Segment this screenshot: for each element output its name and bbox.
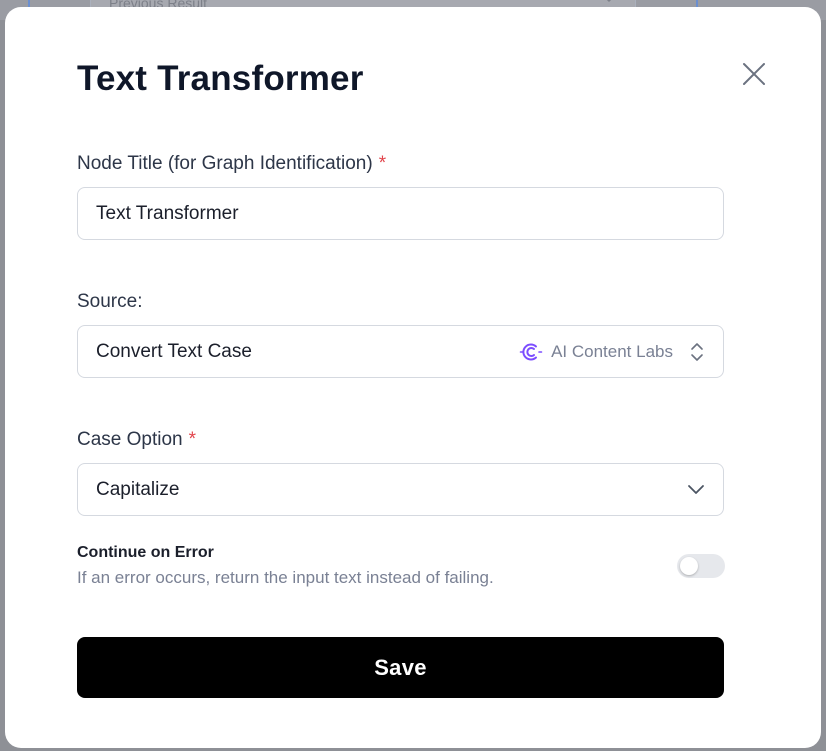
required-mark: * — [188, 429, 197, 450]
case-option-select[interactable]: Capitalize — [77, 463, 724, 516]
case-option-value: Capitalize — [96, 478, 180, 500]
node-title-field[interactable] — [77, 187, 724, 240]
continue-on-error-title: Continue on Error — [77, 544, 214, 561]
close-icon — [743, 63, 765, 85]
source-value: Convert Text Case — [96, 340, 252, 362]
continue-on-error-description: If an error occurs, return the input tex… — [77, 568, 494, 587]
case-option-label: Case Option * — [77, 429, 196, 451]
text-transformer-modal: Text Transformer Node Title (for Graph I… — [5, 7, 821, 748]
provider-name: AI Content Labs — [551, 341, 673, 361]
continue-on-error-toggle[interactable] — [677, 554, 725, 578]
toggle-knob — [680, 557, 698, 575]
modal-title: Text Transformer — [77, 59, 364, 98]
ai-content-labs-logo-icon — [519, 343, 543, 360]
case-option-label-text: Case Option — [77, 429, 183, 450]
close-button[interactable] — [739, 59, 769, 89]
node-title-input[interactable] — [96, 202, 705, 225]
node-title-label-text: Node Title (for Graph Identification) — [77, 153, 373, 174]
source-label: Source: — [77, 291, 143, 312]
node-title-label: Node Title (for Graph Identification) * — [77, 153, 386, 175]
up-down-chevron-icon — [691, 342, 703, 361]
save-button[interactable]: Save — [77, 637, 724, 698]
provider-badge: AI Content Labs — [519, 340, 673, 364]
source-select[interactable]: Convert Text Case AI Content Labs — [77, 325, 724, 378]
required-mark: * — [378, 153, 387, 174]
chevron-down-icon — [606, 0, 612, 3]
chevron-down-icon — [688, 484, 704, 494]
